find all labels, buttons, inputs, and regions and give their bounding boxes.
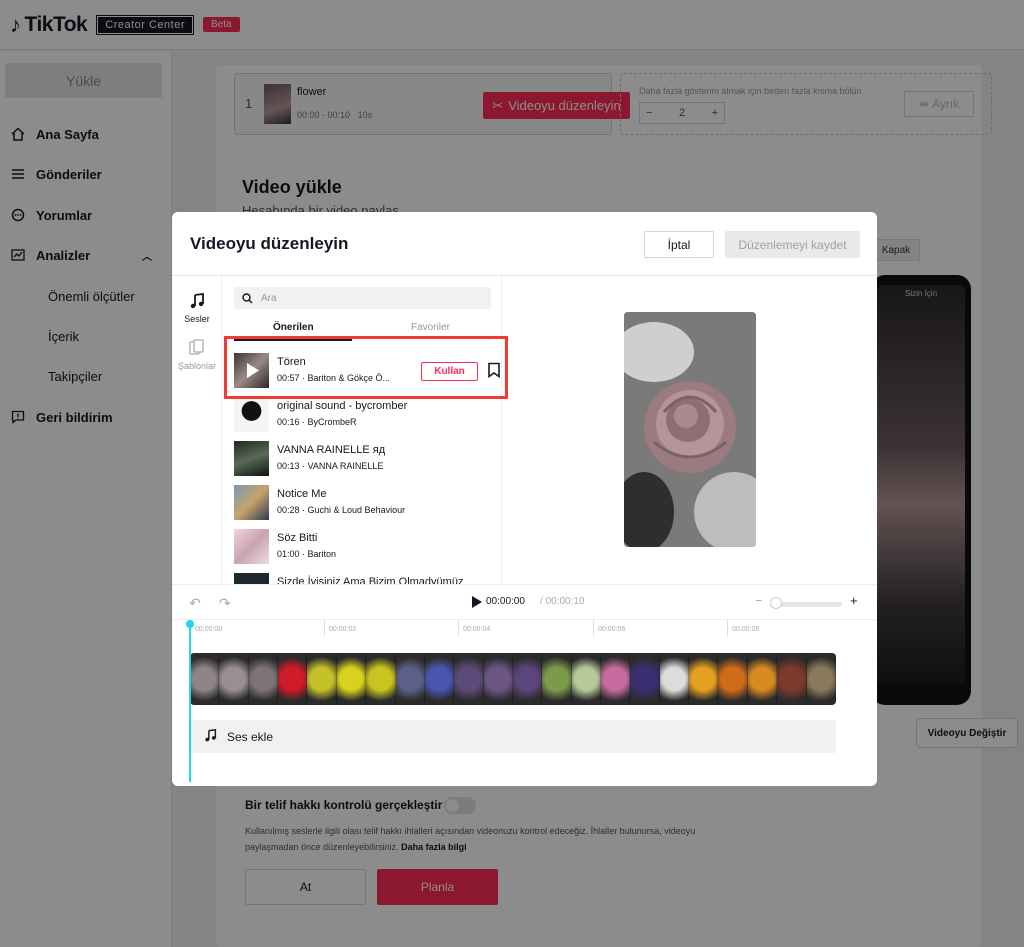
ruler-tick: 00:00:08 xyxy=(727,620,759,636)
song-item[interactable]: original sound - bycromber 00:16 · ByCro… xyxy=(234,397,494,435)
filmstrip-frame xyxy=(601,653,631,705)
filmstrip-frame xyxy=(366,653,396,705)
song-cover xyxy=(234,529,269,564)
filmstrip-frame xyxy=(395,653,425,705)
filmstrip-frame xyxy=(777,653,807,705)
total-time: / 00:00:10 xyxy=(540,596,585,607)
tool-rail: Sesler Şablonlar xyxy=(172,276,222,584)
video-filmstrip[interactable] xyxy=(190,653,836,705)
timeline-controls: ↶ ↷ 00:00:00 / 00:00:10 − + xyxy=(172,584,877,620)
filmstrip-frame xyxy=(483,653,513,705)
song-item[interactable]: Sizde İyisiniz Ama Bizim Olmadyümüz xyxy=(234,573,494,584)
music-note-icon xyxy=(204,728,217,745)
zoom-slider-handle[interactable] xyxy=(770,597,782,609)
current-time: 00:00:00 xyxy=(486,596,525,607)
video-preview-area xyxy=(503,276,877,584)
filmstrip-frame xyxy=(190,653,220,705)
undo-icon[interactable]: ↶ xyxy=(189,595,201,612)
music-panel: Ara Önerilen Favoriler Tören 00:57 · Bar… xyxy=(222,276,502,584)
song-title: original sound - bycromber xyxy=(277,400,408,412)
song-cover xyxy=(234,397,269,432)
filmstrip-frame xyxy=(512,653,543,705)
filmstrip-frame xyxy=(718,653,748,705)
song-title: Sizde İyisiniz Ama Bizim Olmadyümüz xyxy=(277,576,464,584)
tab-recommended[interactable]: Önerilen xyxy=(273,322,314,333)
filmstrip-frame xyxy=(747,653,778,705)
music-note-icon xyxy=(189,292,205,311)
filmstrip-frame xyxy=(278,653,308,705)
save-edit-button[interactable]: Düzenlemeyi kaydet xyxy=(725,231,860,258)
rose-image xyxy=(624,312,756,547)
song-item[interactable]: Söz Bitti 01:00 · Bariton xyxy=(234,529,494,567)
redo-icon[interactable]: ↷ xyxy=(219,595,231,612)
song-cover xyxy=(234,441,269,476)
modal-title: Videoyu düzenleyin xyxy=(190,234,349,253)
song-item[interactable]: Notice Me 00:28 · Guchi & Loud Behaviour xyxy=(234,485,494,523)
song-meta: 01:00 · Bariton xyxy=(277,549,337,559)
filmstrip-frame xyxy=(630,653,660,705)
add-sound-button[interactable]: Ses ekle xyxy=(190,720,836,753)
filmstrip-frame xyxy=(659,653,690,705)
song-cover xyxy=(234,485,269,520)
ruler-tick: 00:00:04 xyxy=(458,620,490,636)
search-placeholder: Ara xyxy=(261,292,277,304)
song-meta: 00:13 · VANNA RAINELLE xyxy=(277,461,384,471)
song-title: Söz Bitti xyxy=(277,532,318,544)
filmstrip-frame xyxy=(454,653,484,705)
rail-templates[interactable]: Şablonlar xyxy=(172,338,222,371)
song-title: VANNA RAINELLE яд xyxy=(277,444,386,456)
filmstrip-frame xyxy=(571,653,602,705)
song-meta: 00:28 · Guchi & Loud Behaviour xyxy=(277,505,406,515)
music-search-input[interactable]: Ara xyxy=(234,287,491,309)
filmstrip-frame xyxy=(336,653,367,705)
rail-sounds[interactable]: Sesler xyxy=(172,292,222,324)
templates-icon xyxy=(188,338,206,358)
cancel-button[interactable]: İptal xyxy=(644,231,714,258)
ruler-tick: 00:00:06 xyxy=(593,620,625,636)
timeline-playhead[interactable] xyxy=(186,620,194,782)
filmstrip-frame xyxy=(542,653,572,705)
song-cover xyxy=(234,573,269,584)
song-item[interactable]: VANNA RAINELLE яд 00:13 · VANNA RAINELLE xyxy=(234,441,494,479)
filmstrip-frame xyxy=(248,653,279,705)
play-icon[interactable] xyxy=(472,596,482,608)
video-preview[interactable] xyxy=(624,312,756,547)
search-icon xyxy=(242,292,253,303)
filmstrip-frame xyxy=(424,653,455,705)
filmstrip-frame xyxy=(689,653,719,705)
filmstrip-frame xyxy=(307,653,337,705)
filmstrip-frame xyxy=(219,653,249,705)
ruler-tick: 00:00:00 xyxy=(190,620,222,636)
ruler-tick: 00:00:02 xyxy=(324,620,356,636)
tab-favorites[interactable]: Favoriler xyxy=(411,322,450,333)
zoom-out-icon[interactable]: − xyxy=(755,593,763,608)
song-meta: 00:16 · ByCrombeR xyxy=(277,417,357,427)
timeline-ruler: 00:00:00 00:00:02 00:00:04 00:00:06 00:0… xyxy=(190,620,877,640)
filmstrip-frame xyxy=(806,653,836,705)
song-title: Notice Me xyxy=(277,488,327,500)
zoom-in-icon[interactable]: + xyxy=(850,593,858,608)
edit-video-modal: Videoyu düzenleyin İptal Düzenlemeyi kay… xyxy=(172,212,877,786)
selection-highlight xyxy=(224,336,508,399)
